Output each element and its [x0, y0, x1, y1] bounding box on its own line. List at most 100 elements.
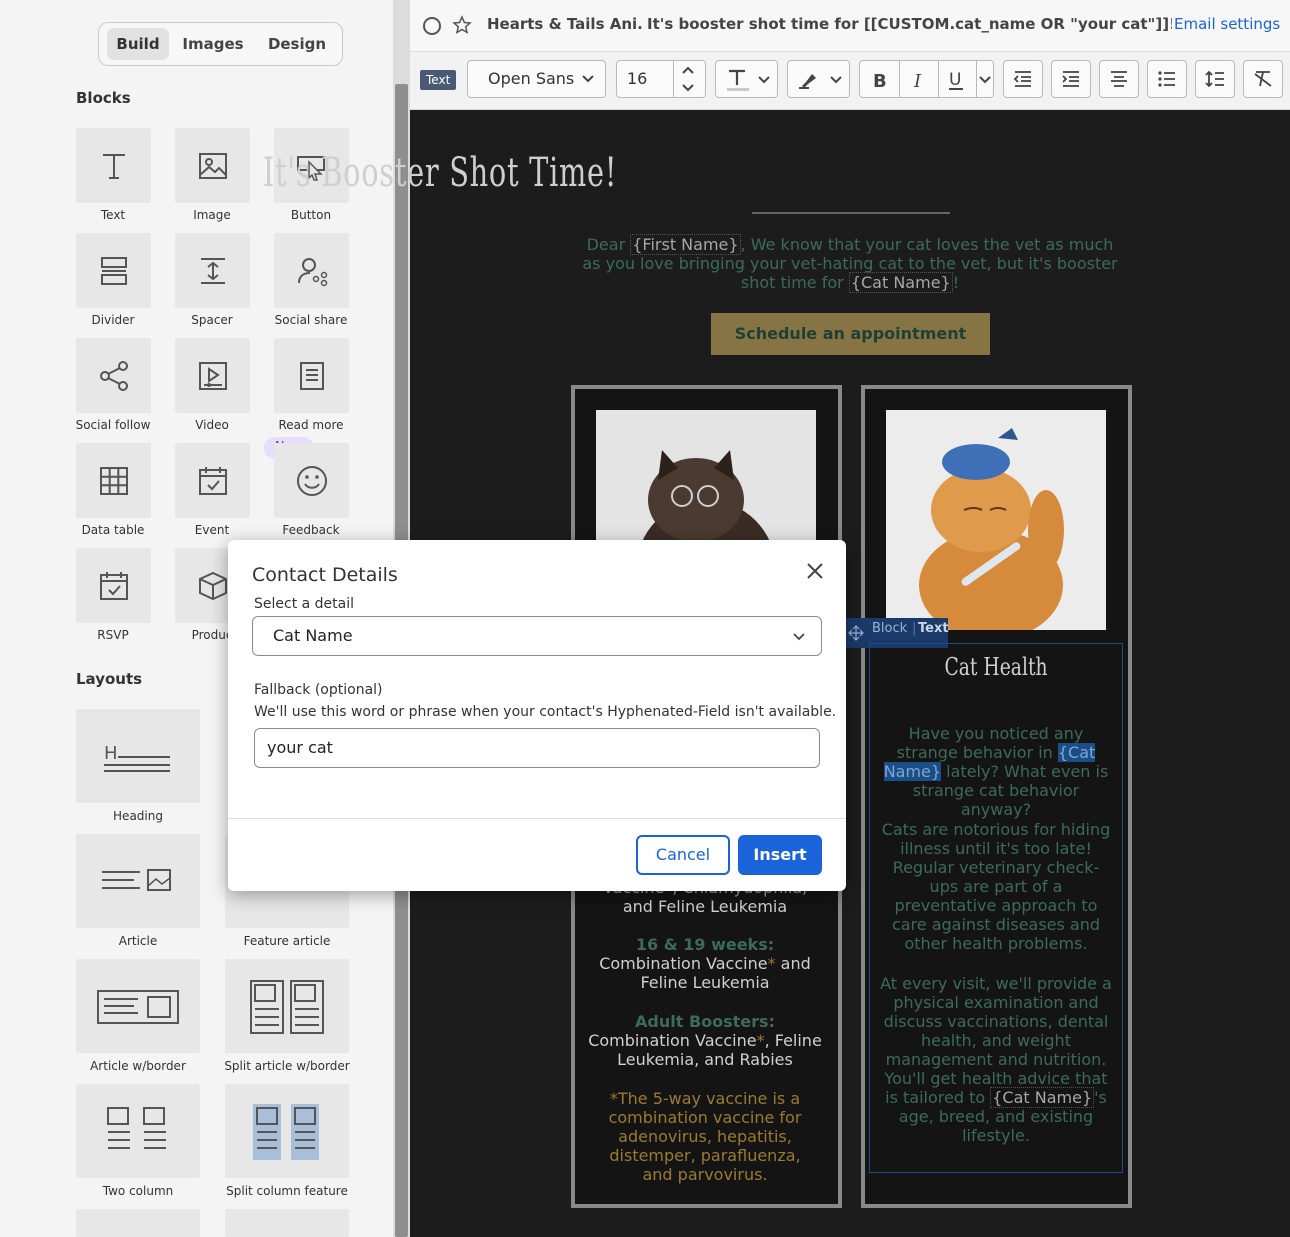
block-social-share[interactable] [274, 233, 349, 308]
align-center-button[interactable] [1099, 60, 1139, 98]
first-name-merge-tag[interactable]: {First Name} [630, 234, 741, 255]
layout-split-column-feature[interactable] [225, 1084, 349, 1178]
block-divider[interactable] [76, 233, 151, 308]
clear-format-button[interactable] [1243, 60, 1283, 98]
cat-health-p2[interactable]: Cats are notorious for hiding illness un… [880, 820, 1112, 953]
block-feedback-label: Feedback [282, 523, 340, 537]
highlighter-icon [799, 74, 816, 89]
cat-health-heading[interactable]: Cat Health [898, 652, 1095, 682]
cat-health-p1[interactable]: Have you noticed any strange behavior in… [880, 724, 1112, 819]
star-icon[interactable] [452, 15, 472, 35]
adult-star: * [756, 1031, 765, 1050]
layout-article-label: Article [118, 934, 158, 948]
highlight-button[interactable] [787, 60, 850, 98]
spacer-icon [201, 258, 225, 284]
layout-more-a[interactable] [76, 1209, 200, 1237]
italic-icon[interactable]: I [909, 70, 929, 90]
tag-separator: | [912, 621, 917, 636]
smiley-icon [297, 466, 327, 496]
bullet-list-icon [1158, 71, 1175, 87]
layout-split-column-feature-label: Split column feature [226, 1184, 348, 1198]
campaign-title[interactable]: Hearts & Tails Ani. [487, 15, 643, 33]
block-spacer[interactable] [175, 233, 250, 308]
chevron-down-icon[interactable] [979, 75, 991, 85]
layout-split-article-border-label: Split article w/border [224, 1059, 350, 1073]
block-social-follow[interactable] [76, 338, 151, 413]
block-rsvp[interactable] [76, 548, 151, 623]
insert-button[interactable]: Insert [738, 835, 822, 875]
block-video[interactable] [175, 338, 250, 413]
decrease-size-icon[interactable] [681, 83, 695, 93]
p1-pre: Have you noticed any strange behavior in [896, 724, 1084, 762]
heading-layout-icon: H [104, 743, 170, 772]
indent-button[interactable] [1051, 60, 1091, 98]
text-color-button[interactable] [715, 60, 778, 98]
increase-size-icon[interactable] [681, 65, 695, 75]
calendar-check-icon [199, 467, 227, 495]
block-event[interactable] [175, 443, 250, 518]
p3-cat-chip[interactable]: {Cat Name} [990, 1087, 1095, 1108]
block-data-table[interactable] [76, 443, 151, 518]
bold-icon[interactable]: B [870, 70, 890, 90]
cat-health-p3[interactable]: At every visit, we'll provide a physical… [880, 974, 1112, 1145]
layout-heading[interactable]: H [76, 709, 200, 803]
bullet-list-button[interactable] [1147, 60, 1187, 98]
block-tag-label[interactable]: Block [872, 621, 907, 636]
layout-split-article-border[interactable] [225, 959, 349, 1053]
line-height-button[interactable] [1195, 60, 1235, 98]
tab-build[interactable]: Build [107, 28, 169, 60]
sick-cat-photo[interactable] [886, 410, 1106, 640]
layout-two-column-label: Two column [102, 1184, 174, 1198]
move-handle-icon[interactable] [848, 625, 864, 641]
product-box-icon [199, 571, 227, 601]
blocks-heading: Blocks [76, 89, 131, 107]
fallback-label: Fallback (optional) [254, 682, 383, 698]
layout-more-b[interactable] [225, 1209, 349, 1237]
schedule-appointment-button[interactable]: Schedule an appointment [711, 313, 990, 355]
outdent-icon [1013, 71, 1031, 87]
email-settings-link[interactable]: Email settings [1174, 15, 1280, 33]
tab-design[interactable]: Design [259, 28, 335, 60]
underline-icon[interactable]: U [946, 68, 968, 92]
chevron-down-icon [758, 76, 770, 84]
detail-select[interactable]: Cat Name [252, 616, 822, 656]
block-read-more[interactable] [274, 338, 349, 413]
layout-feature-article-label: Feature article [243, 934, 331, 948]
intro-paragraph[interactable]: Dear {First Name}, We know that your cat… [580, 234, 1120, 293]
font-size-stepper[interactable]: 16 [616, 60, 706, 98]
cancel-button[interactable]: Cancel [636, 835, 730, 875]
cat-name-merge-tag[interactable]: {Cat Name} [848, 272, 953, 293]
chevron-down-icon [582, 75, 594, 83]
layout-article-border[interactable] [76, 959, 200, 1053]
split-article-layout-icon [250, 980, 324, 1034]
rsvp-calendar-icon [100, 572, 128, 600]
layout-article-border-label: Article w/border [90, 1059, 186, 1073]
adult-boosters-label: Adult Boosters: [635, 1012, 775, 1031]
text-tag-label[interactable]: Text [918, 621, 949, 636]
block-rsvp-label: RSVP [97, 628, 129, 642]
svg-text:I: I [913, 71, 922, 90]
title-divider [752, 212, 950, 214]
layout-two-column[interactable] [76, 1084, 200, 1178]
block-feedback[interactable] [274, 443, 349, 518]
email-subject[interactable]: It's booster shot time for [[CUSTOM.cat_… [647, 15, 1172, 33]
divider-icon [101, 257, 127, 285]
p1-cat-chip-a[interactable]: {Cat [1057, 743, 1096, 762]
font-family-select[interactable]: Open Sans [467, 60, 606, 98]
article-layout-icon [102, 869, 171, 891]
adult-text: Combination Vaccine [588, 1031, 757, 1050]
block-data-table-label: Data table [81, 523, 145, 537]
font-size-value: 16 [627, 69, 648, 88]
circle-status-icon[interactable] [422, 16, 442, 36]
tab-images[interactable]: Images [177, 28, 249, 60]
font-family-value: Open Sans [488, 69, 575, 88]
p1-cat-chip-b[interactable]: Name} [883, 762, 942, 781]
close-icon[interactable] [805, 561, 825, 581]
block-social-follow-label: Social follow [75, 418, 151, 432]
layout-article[interactable] [76, 834, 200, 928]
email-title[interactable]: It's Booster Shot Time! [123, 150, 757, 196]
read-more-icon [300, 362, 324, 390]
dialog-divider [228, 818, 846, 819]
outdent-button[interactable] [1003, 60, 1043, 98]
fallback-input[interactable]: your cat [254, 728, 820, 768]
